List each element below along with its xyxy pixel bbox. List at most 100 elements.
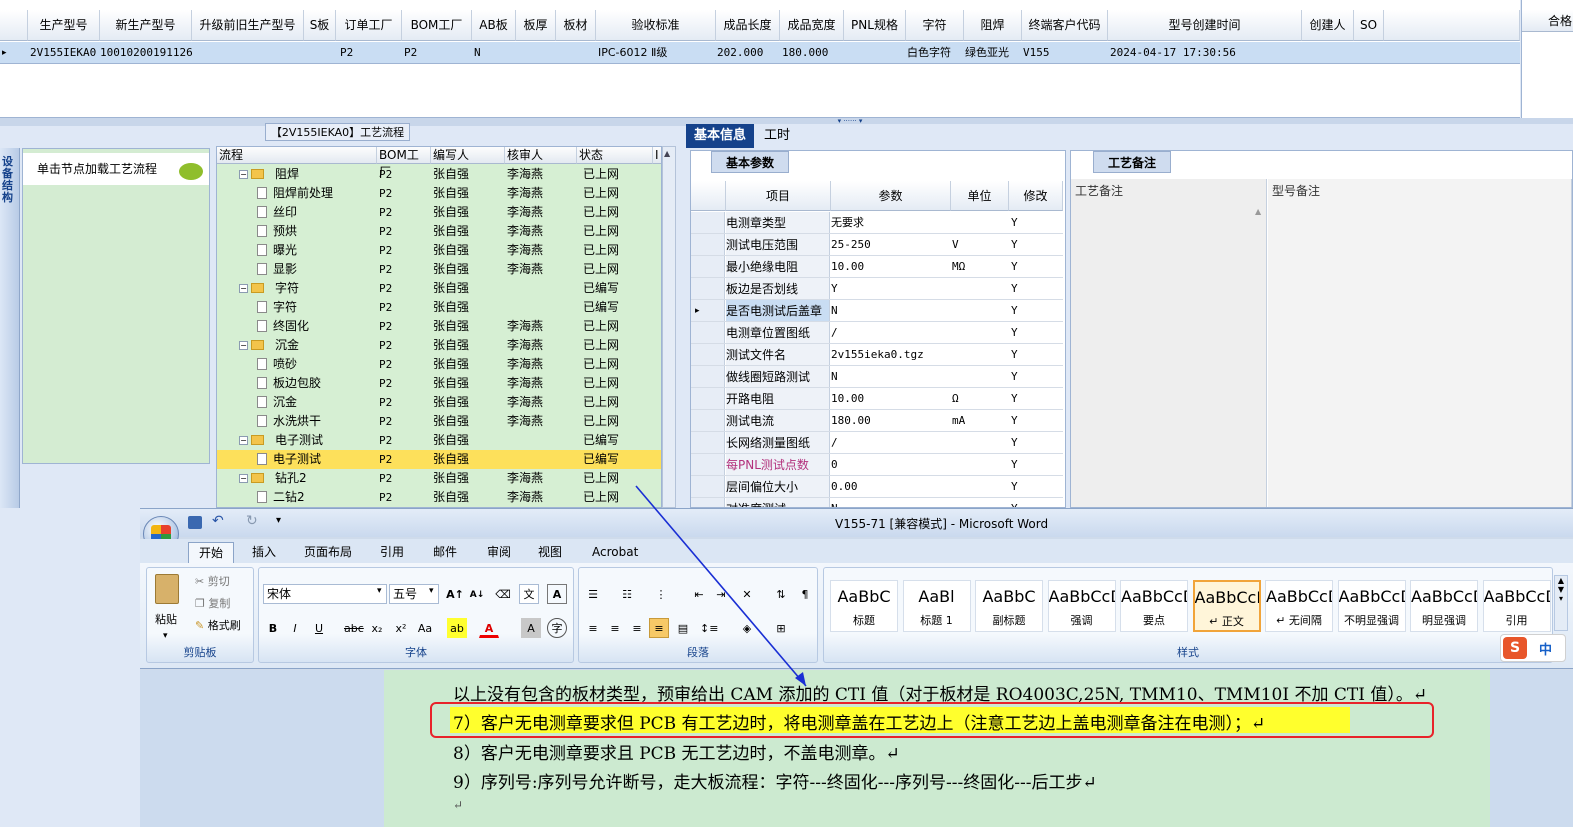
tree-group-row[interactable]: − 电子测试 P2 张自强 已编写 [217, 431, 661, 450]
param-modify[interactable]: Y [1011, 432, 1018, 454]
col-order-factory[interactable]: 订单工厂 [336, 10, 402, 41]
process-remark-field[interactable] [1071, 179, 1267, 507]
font-size-dropdown-icon[interactable]: ▾ [429, 586, 434, 596]
cell-created[interactable]: 2024-04-17 17:30:56 [1110, 42, 1236, 64]
tree-group-row[interactable]: − 钻孔2 P2 张自强 李海燕 已上网 [217, 469, 661, 488]
param-row[interactable]: 长网络测量图纸 / Y [691, 432, 1063, 454]
underline-icon[interactable]: U [309, 618, 329, 638]
ribbon-tab-layout[interactable]: 页面布局 [304, 542, 352, 563]
superscript-icon[interactable]: x² [391, 618, 411, 638]
cell-customer[interactable]: V155 [1023, 42, 1050, 64]
param-value[interactable]: 10.00 [831, 388, 864, 410]
tree-col-extra[interactable]: I [653, 147, 661, 164]
paste-icon[interactable] [155, 574, 179, 604]
param-row[interactable]: 电测章类型 无要求 Y [691, 212, 1063, 234]
cell-length[interactable]: 202.000 [717, 42, 763, 64]
col-thickness[interactable]: 板厚 [516, 10, 556, 41]
borders-icon[interactable]: ⊞ [771, 618, 791, 638]
subscript-icon[interactable]: x₂ [367, 618, 387, 638]
tree-step-row[interactable]: 喷砂 P2 张自强 李海燕 已上网 [217, 355, 661, 374]
param-row[interactable]: 电测章位置图纸 / Y [691, 322, 1063, 344]
font-name-select[interactable]: 宋体 [263, 584, 387, 604]
bold-icon[interactable]: B [263, 618, 283, 638]
tab-basic-info[interactable]: 基本信息 [686, 124, 755, 148]
cell-mask[interactable]: 绿色亚光 [965, 42, 1009, 64]
scroll-up-icon[interactable]: ▲ [664, 149, 670, 158]
collapse-icon[interactable]: − [239, 436, 248, 445]
line-spacing-icon[interactable]: ↕≡ [699, 618, 719, 638]
grow-font-icon[interactable]: A↑ [445, 584, 465, 604]
tree-col-reviewer[interactable]: 核审人 [505, 147, 577, 164]
tree-step-row[interactable]: 终固化 P2 张自强 李海燕 已上网 [217, 317, 661, 336]
cell-bom-factory[interactable]: P2 [404, 42, 417, 64]
multilevel-list-icon[interactable]: ⋮ [651, 584, 671, 604]
char-shading-icon[interactable]: A [521, 618, 541, 638]
col-width[interactable]: 成品宽度 [780, 10, 844, 41]
param-value[interactable]: N [831, 300, 838, 322]
align-center-icon[interactable]: ≡ [605, 618, 625, 638]
param-value[interactable]: 10.00 [831, 256, 864, 278]
tree-step-row[interactable]: 二钻2 P2 张自强 李海燕 已上网 [217, 488, 661, 507]
param-modify[interactable]: Y [1011, 278, 1018, 300]
tree-group-row[interactable]: − 字符 P2 张自强 已编写 [217, 279, 661, 298]
tree-step-row[interactable]: 水洗烘干 P2 张自强 李海燕 已上网 [217, 412, 661, 431]
tree-col-writer[interactable]: 编写人 [431, 147, 505, 164]
style-swatch[interactable]: AaBbCcDd ↵ 正文 [1192, 580, 1261, 632]
param-row[interactable]: 对准度测试N Y [691, 498, 1063, 507]
col-length[interactable]: 成品长度 [716, 10, 780, 41]
distribute-icon[interactable]: ▤ [673, 618, 693, 638]
style-swatch[interactable]: AaBbC 标题 [830, 580, 898, 632]
param-modify[interactable]: Y [1011, 366, 1018, 388]
param-row[interactable]: 开路电阻 10.00 Ω Y [691, 388, 1063, 410]
tree-step-row[interactable]: 丝印 P2 张自强 李海燕 已上网 [217, 203, 661, 222]
qat-dropdown-icon[interactable]: ▾ [276, 515, 281, 526]
collapse-icon[interactable]: − [239, 284, 248, 293]
param-value[interactable]: 25-250 [831, 234, 871, 256]
ribbon-tab-view[interactable]: 视图 [538, 542, 562, 563]
param-row[interactable]: 最小绝缘电阻 10.00 MΩ Y [691, 256, 1063, 278]
highlight-icon[interactable]: ab [447, 618, 467, 638]
increase-indent-icon[interactable]: ⇥ [711, 584, 731, 604]
shading-icon[interactable]: ◈ [737, 618, 757, 638]
style-swatch[interactable]: AaBbC 副标题 [975, 580, 1043, 632]
scroll-up-icon[interactable]: ▲ [1255, 207, 1261, 216]
param-modify[interactable]: Y [1011, 234, 1018, 256]
param-value[interactable]: 0.00 [831, 476, 858, 498]
copy-button[interactable]: ❐ 复制 [195, 594, 230, 614]
param-modify[interactable]: Y [1011, 476, 1018, 498]
param-value[interactable]: Y [831, 278, 838, 300]
bullets-icon[interactable]: ☰ [583, 584, 603, 604]
tree-scrollbar[interactable]: ▲ [662, 146, 676, 508]
shrink-font-icon[interactable]: A↓ [467, 584, 487, 604]
param-value[interactable]: / [831, 322, 838, 344]
format-painter-button[interactable]: ✎ 格式刷 [195, 616, 241, 636]
redo-icon[interactable]: ↻ [246, 513, 258, 529]
col-mask[interactable]: 阻焊 [964, 10, 1022, 41]
cell-ab[interactable]: N [474, 42, 481, 64]
param-row[interactable]: 板边是否划线 Y Y [691, 278, 1063, 300]
ribbon-tab-insert[interactable]: 插入 [252, 542, 276, 563]
style-swatch[interactable]: AaBbCcDd 不明显强调 [1337, 580, 1406, 632]
col-standard[interactable]: 验收标准 [596, 10, 716, 41]
collapse-icon[interactable]: − [239, 341, 248, 350]
param-value[interactable]: N [831, 366, 838, 388]
col-s-board[interactable]: S板 [304, 10, 336, 41]
decrease-indent-icon[interactable]: ⇤ [689, 584, 709, 604]
col-pnl[interactable]: PNL规格 [844, 10, 906, 41]
param-modify[interactable]: Y [1011, 388, 1018, 410]
tree-step-row[interactable]: 板边包胶 P2 张自强 李海燕 已上网 [217, 374, 661, 393]
tree-step-row[interactable]: 阻焊前处理 P2 张自强 李海燕 已上网 [217, 184, 661, 203]
col-bom-factory[interactable]: BOM工厂 [402, 10, 472, 41]
model-remark-field[interactable] [1268, 179, 1572, 507]
param-row[interactable]: ▸ 是否电测试后盖章 N Y [691, 300, 1063, 322]
tree-step-row[interactable]: 显影 P2 张自强 李海燕 已上网 [217, 260, 661, 279]
param-value[interactable]: 无要求 [831, 212, 864, 234]
tree-col-status[interactable]: 状态 [577, 147, 653, 164]
align-left-icon[interactable]: ≡ [583, 618, 603, 638]
numbering-icon[interactable]: ☷ [617, 584, 637, 604]
doc-paragraph[interactable]: 8）客户无电测章要求且 PCB 无工艺边时，不盖电测章。↵ [453, 739, 900, 764]
font-name-dropdown-icon[interactable]: ▾ [377, 586, 382, 596]
param-col-value[interactable]: 参数 [831, 181, 951, 211]
param-row[interactable]: 每PNL测试点数 0 Y [691, 454, 1063, 476]
cut-button[interactable]: ✂ 剪切 [195, 572, 230, 592]
